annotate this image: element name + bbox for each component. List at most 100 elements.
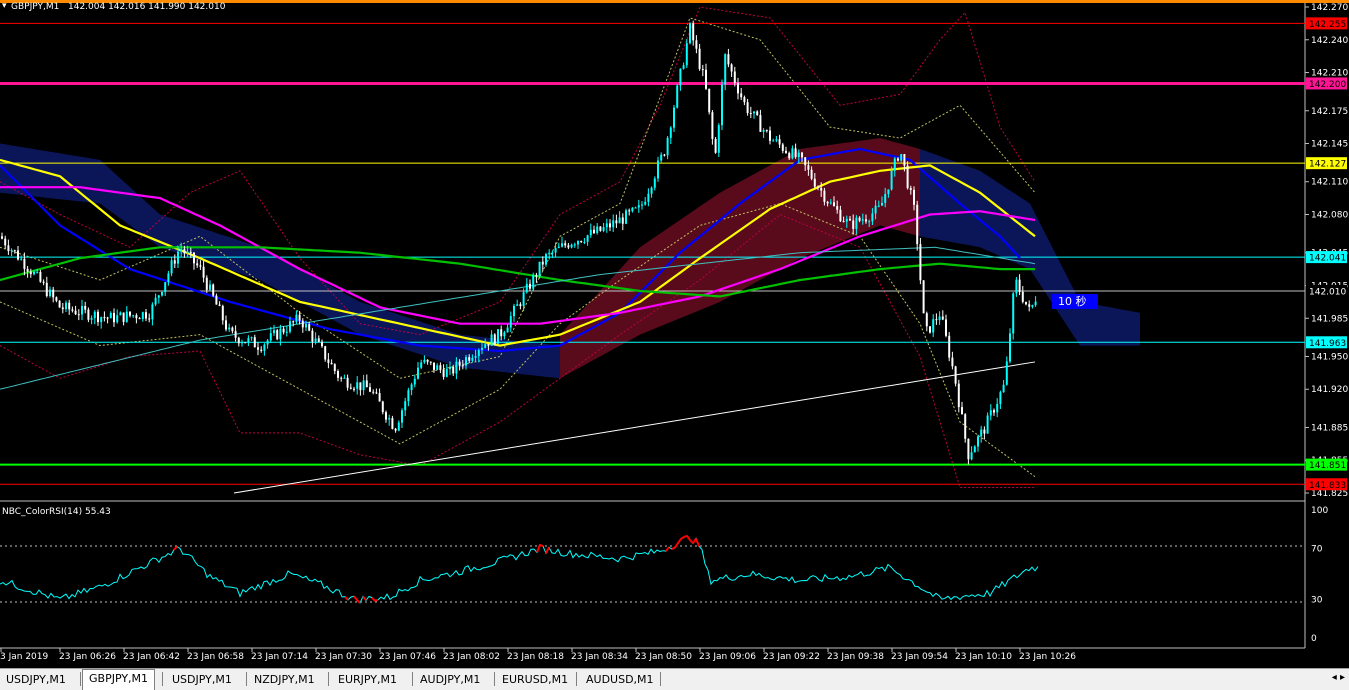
candle-body (449, 366, 451, 370)
candle-body (980, 429, 983, 437)
candle-body (692, 23, 695, 41)
candle-body (330, 362, 333, 365)
price-tick-label: 142.080 (1311, 211, 1348, 221)
candle-body (465, 357, 467, 366)
candle-body (490, 334, 493, 346)
candle-body (887, 189, 890, 194)
rsi-tick-label: 30 (1311, 596, 1323, 606)
candle-body (196, 263, 199, 266)
time-tick-label: 23 Jan 06:42 (123, 652, 180, 662)
candle-body (522, 292, 525, 307)
time-tick-label: 23 Jan 10:10 (955, 652, 1012, 662)
candle-body (746, 102, 749, 113)
tab-usdjpy-m1[interactable]: USDJPY,M1 (166, 671, 238, 688)
tab-audusd-m1[interactable]: AUDUSD,M1 (580, 671, 660, 688)
time-tick-label: 23 Jan 09:22 (763, 652, 820, 662)
candle-body (36, 271, 39, 273)
candle-body (922, 280, 925, 314)
tab-scroll-arrows-icon[interactable]: ◂ ▸ (1332, 672, 1345, 683)
candle-body (346, 377, 349, 388)
candle-body (471, 357, 474, 361)
tab-usdjpy-m1[interactable]: USDJPY,M1 (0, 671, 72, 688)
candle-body (26, 268, 29, 272)
rsi-tick-label: 70 (1311, 544, 1323, 554)
candle-body (666, 137, 669, 156)
tab-eurusd-m1[interactable]: EURUSD,M1 (496, 671, 574, 688)
candle-body (701, 69, 704, 71)
candle-body (513, 305, 515, 317)
candle-body (164, 282, 167, 293)
tab-audjpy-m1[interactable]: AUDJPY,M1 (414, 671, 486, 688)
candle-body (839, 209, 842, 222)
candle-body (193, 252, 195, 264)
tab-gbpjpy-m1[interactable]: GBPJPY,M1 (82, 669, 156, 690)
candle-body (941, 316, 944, 320)
time-tick-label: 23 Jan 08:34 (571, 652, 628, 662)
candle-body (711, 112, 714, 139)
candle-body (359, 382, 362, 391)
candle-body (717, 125, 720, 153)
candle-body (721, 84, 723, 126)
candle-body (321, 341, 323, 347)
candle-body (20, 258, 23, 260)
tab-separator (328, 672, 329, 686)
candle-body (551, 252, 554, 254)
candle-body (545, 254, 547, 265)
candle-body (769, 130, 771, 141)
candle-body (23, 258, 26, 269)
candle-body (122, 312, 125, 322)
candle-body (682, 65, 685, 69)
candle-body (183, 249, 186, 254)
candle-body (282, 328, 285, 333)
rsi-extreme-segment (362, 595, 367, 601)
candle-body (906, 165, 909, 189)
candle-body (973, 446, 976, 453)
candle-body (605, 223, 608, 228)
candle-body (954, 366, 957, 384)
candle-body (189, 251, 192, 253)
tab-separator (412, 672, 413, 686)
candle-body (205, 277, 208, 290)
candle-body (653, 178, 656, 188)
time-tick-label: 23 Jan 09:06 (699, 652, 756, 662)
candle-body (621, 217, 624, 224)
candle-body (733, 71, 736, 83)
candle-body (737, 82, 739, 94)
candle-body (42, 281, 45, 283)
candle-body (292, 321, 295, 323)
candle-body (829, 202, 832, 204)
collapse-arrow-icon[interactable]: ▾ (2, 1, 7, 11)
candle-body (397, 422, 400, 431)
candle-body (429, 361, 432, 363)
candle-body (567, 245, 570, 248)
candle-body (775, 139, 778, 141)
candle-body (225, 320, 227, 330)
candle-body (977, 436, 979, 447)
candle-body (391, 418, 394, 429)
tab-eurjpy-m1[interactable]: EURJPY,M1 (332, 671, 403, 688)
candle-body (548, 252, 551, 255)
candle-body (529, 283, 531, 289)
candle-body (801, 152, 803, 158)
candle-body (356, 382, 359, 389)
candle-body (916, 204, 919, 245)
candle-body (884, 193, 887, 203)
candle-body (823, 190, 826, 202)
price-chart[interactable]: 142.270 142.240 142.210 142.175 142.145 142.1… (0, 0, 1349, 668)
candle-body (509, 316, 512, 328)
candle-body (218, 304, 221, 306)
price-tick-label: 141.885 (1311, 423, 1348, 433)
candle-body (170, 260, 173, 274)
rsi-extreme-segment (344, 596, 349, 601)
trend-lines (233, 361, 1036, 494)
trend-line[interactable] (233, 361, 1036, 494)
tab-nzdjpy-m1[interactable]: NZDJPY,M1 (248, 671, 321, 688)
candle-body (420, 362, 423, 368)
candle-body (881, 202, 883, 206)
candle-body (71, 309, 74, 311)
price-tag-label: 142.200 (1309, 80, 1346, 90)
candle-body (468, 357, 471, 361)
price-tick-label: 142.240 (1311, 36, 1348, 46)
candle-body (673, 107, 675, 128)
band-line (0, 203, 1036, 478)
